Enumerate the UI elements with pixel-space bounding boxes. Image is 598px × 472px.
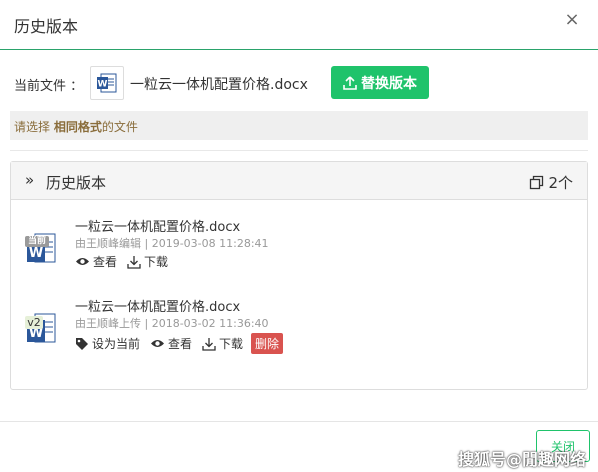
dialog-header: 历史版本 × [0, 0, 598, 50]
version-count-text: 2个 [548, 174, 573, 192]
set-current-action[interactable]: 设为当前 [75, 335, 140, 352]
download-label: 下载 [219, 337, 244, 351]
version-item-current: W 当前 一粒云一体机配置价格.docx 由王顺峰编辑 | 2019-03-08… [23, 216, 563, 280]
view-action[interactable]: 查看 [150, 335, 192, 352]
footer-divider [0, 421, 598, 422]
word-file-icon: W v2 [23, 308, 61, 348]
view-action[interactable]: 查看 [75, 253, 117, 270]
set-current-label: 设为当前 [92, 337, 141, 351]
download-icon [202, 337, 216, 351]
notice-prefix: 请选择 [14, 120, 54, 134]
notice-emphasis: 相同格式 [53, 120, 102, 134]
tag-icon [76, 337, 88, 350]
download-action[interactable]: 下载 [127, 253, 168, 270]
svg-text:W: W [98, 80, 108, 90]
download-label: 下载 [144, 255, 169, 269]
word-file-icon: W [90, 66, 124, 100]
replace-version-button[interactable]: 替换版本 [331, 66, 429, 99]
format-notice: 请选择 相同格式的文件 [10, 111, 588, 140]
watermark: 搜狐号@閒趣网络 [458, 450, 587, 469]
version-badge: 当前 [27, 236, 46, 246]
history-version-dialog: 历史版本 × 当前文件 ： W 一粒云一体机配置价格.docx 替换版本 请选择… [0, 0, 598, 472]
notice-suffix: 的文件 [101, 120, 138, 134]
section-divider [10, 150, 588, 151]
replace-version-label: 替换版本 [361, 75, 417, 92]
eye-icon [76, 258, 89, 265]
version-filename: 一粒云一体机配置价格.docx [75, 220, 241, 235]
dialog-title: 历史版本 [14, 17, 79, 36]
version-actions: 设为当前 查看 下载 删除 [75, 333, 284, 354]
version-count: 2个 [529, 172, 573, 193]
version-meta: 由王顺峰上传 | 2018-03-02 11:36:40 [75, 317, 269, 330]
double-chevron-icon: » [25, 171, 35, 189]
history-panel: » 历史版本 2个 W 当前 一粒云一体机配置价格.docx 由王顺峰编辑 | … [10, 161, 588, 390]
download-action[interactable]: 下载 [202, 335, 243, 352]
version-item-v2: W v2 一粒云一体机配置价格.docx 由王顺峰上传 | 2018-03-02… [23, 296, 563, 360]
view-label: 查看 [93, 255, 118, 269]
upload-icon [343, 75, 357, 90]
close-icon[interactable]: × [562, 10, 582, 30]
word-file-icon: W 当前 [23, 228, 61, 268]
eye-icon [151, 340, 165, 347]
history-panel-title: 历史版本 [46, 174, 107, 192]
version-actions: 查看 下载 [75, 253, 168, 270]
version-meta: 由王顺峰编辑 | 2019-03-08 11:28:41 [75, 237, 269, 250]
view-label: 查看 [168, 337, 193, 351]
svg-text:W: W [29, 246, 43, 261]
version-badge: v2 [27, 316, 41, 329]
history-panel-header: » 历史版本 2个 [11, 162, 587, 200]
copy-icon [530, 175, 544, 190]
delete-button[interactable]: 删除 [251, 333, 284, 354]
current-file-row: 当前文件 ： W 一粒云一体机配置价格.docx 替换版本 [14, 66, 584, 100]
download-icon [127, 255, 141, 269]
current-filename: 一粒云一体机配置价格.docx [130, 77, 308, 93]
version-filename: 一粒云一体机配置价格.docx [75, 300, 241, 315]
current-file-label: 当前文件 ： [14, 79, 84, 94]
